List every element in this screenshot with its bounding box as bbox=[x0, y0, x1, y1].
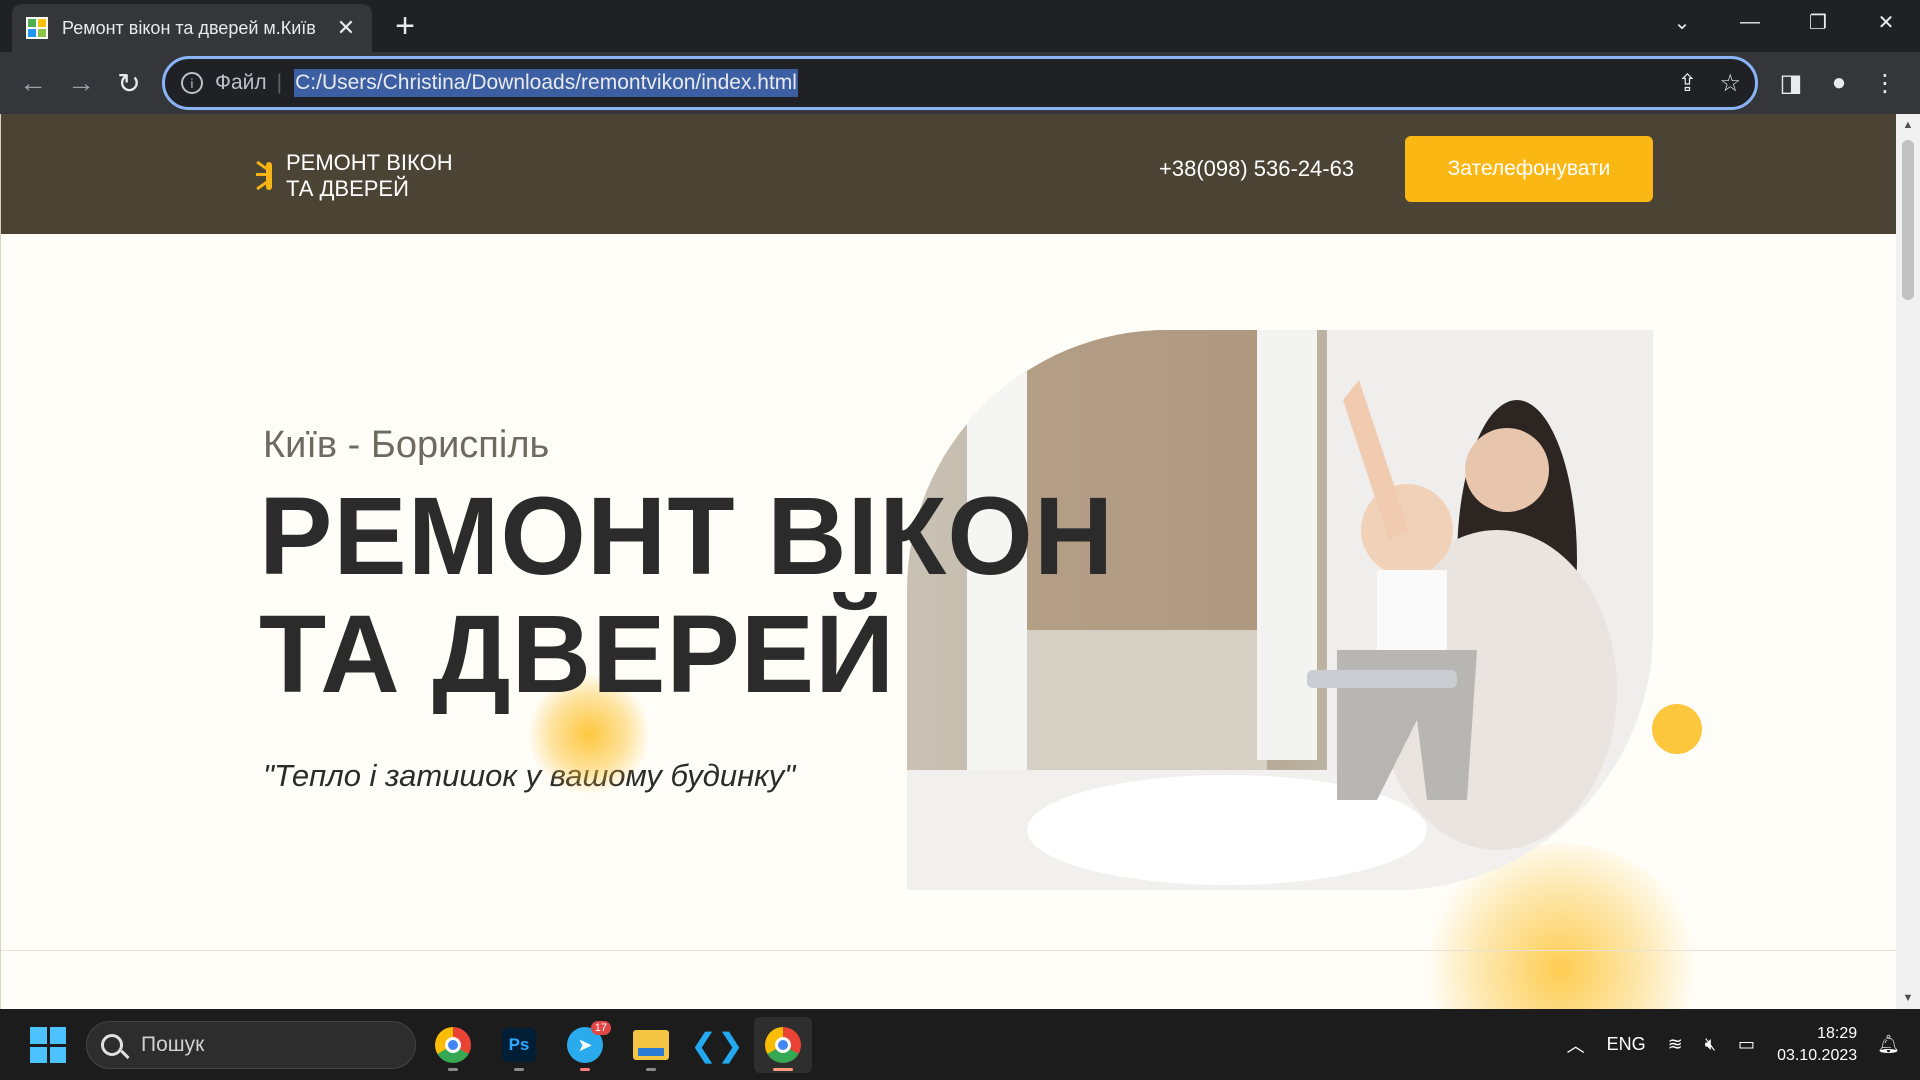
sun-icon bbox=[256, 156, 280, 196]
site-info-icon[interactable]: i bbox=[181, 72, 203, 94]
search-placeholder: Пошук bbox=[141, 1033, 205, 1056]
wifi-icon[interactable]: ≋ bbox=[1668, 1034, 1683, 1055]
volume-muted-icon[interactable]: 🔇︎ bbox=[1705, 1034, 1716, 1055]
clock-date: 03.10.2023 bbox=[1777, 1046, 1858, 1064]
forward-icon[interactable]: → bbox=[64, 66, 98, 100]
profile-icon[interactable]: ● bbox=[1822, 66, 1856, 100]
telegram-icon: ➤ 17 bbox=[567, 1021, 611, 1063]
close-window-icon[interactable]: ✕ bbox=[1852, 0, 1920, 44]
site-header: РЕМОНТ ВІКОН ТА ДВЕРЕЙ +38(098) 536-24-6… bbox=[1, 114, 1896, 234]
scroll-down-icon[interactable]: ▼ bbox=[1896, 987, 1920, 1009]
tab-search-icon[interactable]: ⌄ bbox=[1648, 0, 1716, 44]
photoshop-icon: Ps bbox=[502, 1028, 536, 1062]
hero-city: Київ - Бориспіль bbox=[263, 424, 550, 466]
minimize-icon[interactable]: — bbox=[1716, 0, 1784, 44]
chrome-icon bbox=[765, 1027, 801, 1063]
vscode-icon: ❮❯ bbox=[690, 1027, 744, 1063]
hero-title-line2: ТА ДВЕРЕЙ bbox=[259, 593, 896, 716]
taskbar-file-explorer[interactable] bbox=[622, 1017, 680, 1073]
clock-time: 18:29 bbox=[1817, 1024, 1858, 1042]
favicon-icon bbox=[26, 17, 48, 39]
taskbar-photoshop[interactable]: Ps bbox=[490, 1017, 548, 1073]
logo-line2: ТА ДВЕРЕЙ bbox=[286, 176, 409, 201]
logo-line1: РЕМОНТ ВІКОН bbox=[286, 150, 453, 175]
battery-icon[interactable]: ▭ bbox=[1738, 1034, 1755, 1055]
chevron-up-icon[interactable]: ︿ bbox=[1567, 1032, 1585, 1058]
notifications-icon[interactable]: 🔔︎ bbox=[1877, 1034, 1900, 1055]
phone-number[interactable]: +38(098) 536-24-63 bbox=[1159, 156, 1354, 182]
taskbar-vscode[interactable]: ❮❯ bbox=[688, 1017, 746, 1073]
bookmark-star-icon[interactable]: ☆ bbox=[1719, 69, 1741, 98]
call-button[interactable]: Зателефонувати bbox=[1405, 136, 1653, 202]
taskbar-chrome[interactable] bbox=[424, 1017, 482, 1073]
decor-dot bbox=[1652, 704, 1702, 754]
taskbar-telegram[interactable]: ➤ 17 bbox=[556, 1017, 614, 1073]
taskbar-search[interactable]: Пошук bbox=[86, 1021, 416, 1069]
address-separator: | bbox=[276, 71, 283, 94]
hero-quote: "Тепло і затишок у вашому будинку" bbox=[263, 758, 796, 793]
side-panel-icon[interactable]: ◨ bbox=[1774, 66, 1808, 100]
reload-icon[interactable]: ↻ bbox=[112, 66, 146, 100]
menu-icon[interactable]: ⋮ bbox=[1868, 66, 1902, 100]
taskbar-chrome-active[interactable] bbox=[754, 1017, 812, 1073]
browser-tab[interactable]: Ремонт вікон та дверей м.Київ ✕ bbox=[12, 4, 372, 52]
browser-toolbar: ← → ↻ i Файл | C:/Users/Christina/Downlo… bbox=[0, 52, 1920, 114]
clock[interactable]: 18:29 03.10.2023 bbox=[1777, 1023, 1857, 1067]
new-tab-button[interactable]: + bbox=[388, 9, 422, 44]
notification-badge: 17 bbox=[590, 1021, 611, 1035]
scrollbar-thumb[interactable] bbox=[1902, 140, 1914, 300]
url-text[interactable]: C:/Users/Christina/Downloads/remontvikon… bbox=[294, 69, 798, 97]
taskbar: Пошук Ps ➤ 17 ❮❯ ︿ ENG ≋ 🔇︎ ▭ 18:29 03.10… bbox=[0, 1009, 1920, 1080]
hero-title-line1: РЕМОНТ ВІКОН bbox=[259, 475, 1115, 598]
folder-icon bbox=[633, 1030, 669, 1060]
share-icon[interactable]: ⇪ bbox=[1677, 69, 1697, 98]
page-scrollbar[interactable]: ▲ ▼ bbox=[1896, 114, 1920, 1009]
close-tab-icon[interactable]: ✕ bbox=[334, 15, 358, 40]
hero-title: РЕМОНТ ВІКОН ТА ДВЕРЕЙ bbox=[259, 478, 1114, 714]
chrome-icon bbox=[435, 1027, 471, 1063]
windows-start-icon[interactable] bbox=[30, 1027, 66, 1063]
browser-tabstrip: Ремонт вікон та дверей м.Київ ✕ + ⌄ — ❐ … bbox=[0, 0, 1920, 52]
scroll-up-icon[interactable]: ▲ bbox=[1896, 114, 1920, 136]
search-icon bbox=[101, 1034, 123, 1056]
site-logo[interactable]: РЕМОНТ ВІКОН ТА ДВЕРЕЙ bbox=[256, 150, 453, 202]
page-viewport: РЕМОНТ ВІКОН ТА ДВЕРЕЙ +38(098) 536-24-6… bbox=[0, 114, 1896, 1009]
back-icon[interactable]: ← bbox=[16, 66, 50, 100]
address-scheme-label: Файл bbox=[215, 71, 267, 94]
tab-title: Ремонт вікон та дверей м.Київ bbox=[62, 17, 316, 38]
address-bar[interactable]: i Файл | C:/Users/Christina/Downloads/re… bbox=[162, 56, 1758, 110]
restore-icon[interactable]: ❐ bbox=[1784, 0, 1852, 44]
system-tray: ︿ ENG ≋ 🔇︎ ▭ 18:29 03.10.2023 🔔︎ bbox=[1567, 1009, 1920, 1080]
language-indicator[interactable]: ENG bbox=[1607, 1034, 1646, 1055]
section-divider bbox=[1, 950, 1896, 951]
window-controls: ⌄ — ❐ ✕ bbox=[1648, 0, 1920, 44]
